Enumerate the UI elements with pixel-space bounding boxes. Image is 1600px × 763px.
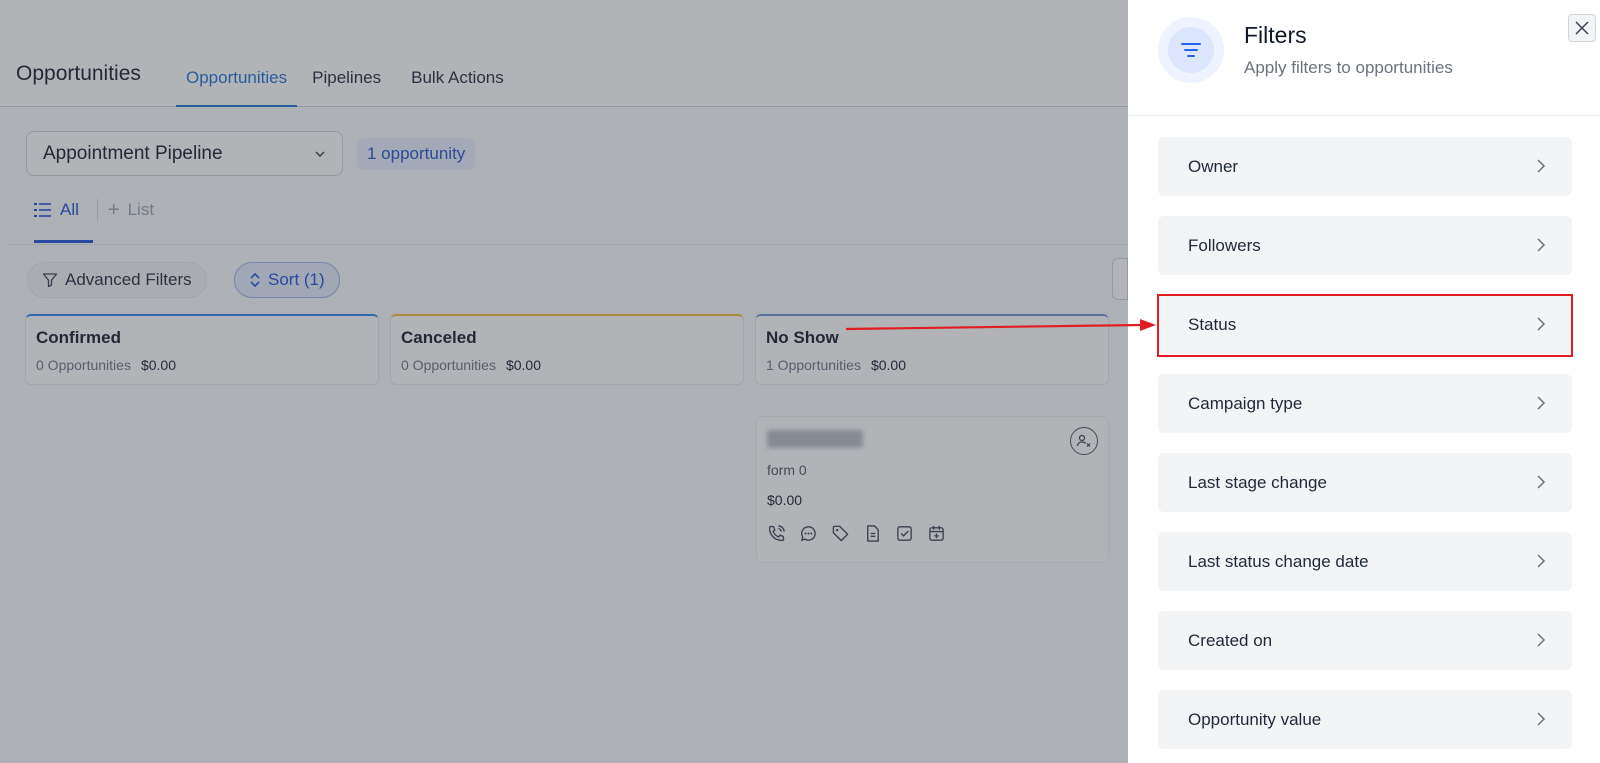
drawer-header: Filters Apply filters to opportunities [1128,0,1600,116]
filter-label: Followers [1188,235,1261,255]
chevron-right-icon [1536,553,1546,574]
filter-label: Last stage change [1188,472,1327,492]
annotation-highlight-box [1157,294,1573,357]
chevron-right-icon [1536,395,1546,416]
filter-owner[interactable]: Owner [1158,137,1572,196]
filter-followers[interactable]: Followers [1158,216,1572,275]
filter-created-on[interactable]: Created on [1158,611,1572,670]
filter-campaign-type[interactable]: Campaign type [1158,374,1572,433]
modal-backdrop[interactable] [0,0,1128,763]
filter-last-stage-change[interactable]: Last stage change [1158,453,1572,512]
filter-label: Created on [1188,630,1273,650]
filter-label: Campaign type [1188,393,1303,413]
filter-opportunity-value[interactable]: Opportunity value [1158,690,1572,749]
chevron-right-icon [1536,711,1546,732]
filters-drawer: Filters Apply filters to opportunities O… [1128,0,1600,763]
drawer-subtitle: Apply filters to opportunities [1244,58,1453,77]
close-icon[interactable] [1568,14,1596,42]
filter-label: Owner [1188,156,1239,176]
drawer-title: Filters [1244,22,1307,48]
chevron-right-icon [1536,474,1546,495]
filter-label: Opportunity value [1188,709,1322,729]
chevron-right-icon [1536,632,1546,653]
annotation-arrow [846,319,1156,331]
filter-label: Last status change date [1188,551,1369,571]
filter-lines-icon [1158,17,1224,83]
chevron-right-icon [1536,158,1546,179]
chevron-right-icon [1536,237,1546,258]
filter-last-status-change-date[interactable]: Last status change date [1158,532,1572,591]
